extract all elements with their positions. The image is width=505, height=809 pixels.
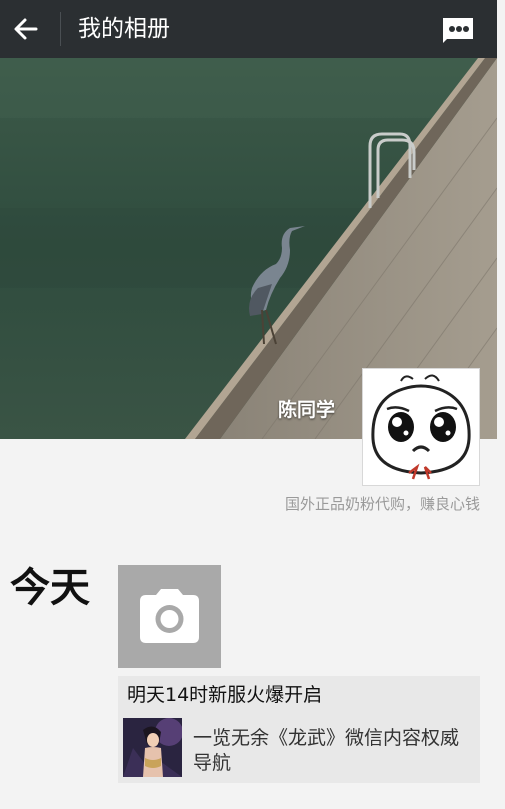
- profile-signature: 国外正品奶粉代购，赚良心钱: [284, 495, 480, 513]
- back-button[interactable]: [8, 11, 44, 47]
- date-label-today: 今天: [10, 565, 90, 611]
- shared-article-post[interactable]: 明天14时新服火爆开启 一览无余《龙武》微信内容权威导航: [118, 676, 480, 783]
- user-name: 陈同学: [278, 399, 336, 421]
- post-thumbnail[interactable]: [123, 718, 182, 777]
- camera-icon: [140, 589, 199, 643]
- add-photo-button[interactable]: [118, 565, 221, 668]
- more-icon: [443, 18, 473, 43]
- avatar-sad-face-icon: [363, 369, 479, 485]
- post-title: 明天14时新服火爆开启: [127, 684, 323, 706]
- more-button[interactable]: [438, 12, 478, 46]
- avatar[interactable]: [362, 368, 480, 486]
- page-title: 我的相册: [78, 16, 170, 42]
- top-bar: 我的相册: [0, 0, 497, 58]
- arrow-left-icon: [14, 18, 38, 40]
- post-description: 一览无余《龙武》微信内容权威导航: [193, 727, 460, 774]
- game-character-thumbnail: [123, 718, 182, 777]
- header-divider: [60, 12, 61, 46]
